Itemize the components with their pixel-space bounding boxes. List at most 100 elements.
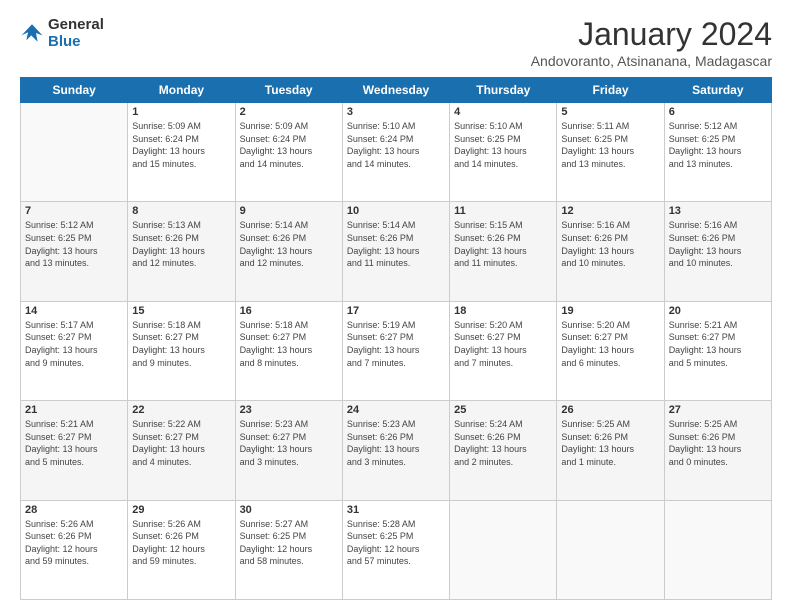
calendar-day-cell: 31 Sunrise: 5:28 AM Sunset: 6:25 PM Dayli…: [342, 500, 449, 599]
day-number: 10: [347, 205, 445, 217]
day-number: 29: [132, 504, 230, 516]
logo-text: General Blue: [48, 16, 104, 50]
day-number: 1: [132, 106, 230, 118]
calendar-day-cell: 22 Sunrise: 5:22 AM Sunset: 6:27 PM Dayli…: [128, 401, 235, 500]
day-info: Sunrise: 5:13 AM Sunset: 6:26 PM Dayligh…: [132, 219, 230, 269]
calendar-week-row: 21 Sunrise: 5:21 AM Sunset: 6:27 PM Dayli…: [21, 401, 772, 500]
calendar-day-cell: 29 Sunrise: 5:26 AM Sunset: 6:26 PM Dayli…: [128, 500, 235, 599]
calendar-week-row: 28 Sunrise: 5:26 AM Sunset: 6:26 PM Dayli…: [21, 500, 772, 599]
day-info: Sunrise: 5:21 AM Sunset: 6:27 PM Dayligh…: [25, 418, 123, 468]
day-info: Sunrise: 5:26 AM Sunset: 6:26 PM Dayligh…: [25, 518, 123, 568]
day-info: Sunrise: 5:25 AM Sunset: 6:26 PM Dayligh…: [669, 418, 767, 468]
day-info: Sunrise: 5:10 AM Sunset: 6:25 PM Dayligh…: [454, 120, 552, 170]
calendar-day-cell: 3 Sunrise: 5:10 AM Sunset: 6:24 PM Daylig…: [342, 103, 449, 202]
calendar-day-cell: 11 Sunrise: 5:15 AM Sunset: 6:26 PM Dayli…: [450, 202, 557, 301]
calendar-day-cell: 17Sunrise: 5:19 AM Sunset: 6:27 PM Dayli…: [342, 301, 449, 400]
day-number: 7: [25, 205, 123, 217]
day-number: 22: [132, 404, 230, 416]
calendar-day-cell: 26 Sunrise: 5:25 AM Sunset: 6:26 PM Dayli…: [557, 401, 664, 500]
day-info: Sunrise: 5:23 AM Sunset: 6:26 PM Dayligh…: [347, 418, 445, 468]
calendar-day-cell: 13 Sunrise: 5:16 AM Sunset: 6:26 PM Dayli…: [664, 202, 771, 301]
main-title: January 2024: [531, 16, 772, 53]
calendar-week-row: 7 Sunrise: 5:12 AM Sunset: 6:25 PM Daylig…: [21, 202, 772, 301]
day-info: Sunrise: 5:17 AM Sunset: 6:27 PM Dayligh…: [25, 319, 123, 369]
calendar-week-row: 1 Sunrise: 5:09 AM Sunset: 6:24 PM Daylig…: [21, 103, 772, 202]
day-info: Sunrise: 5:21 AM Sunset: 6:27 PM Dayligh…: [669, 319, 767, 369]
day-number: 20: [669, 305, 767, 317]
subtitle: Andovoranto, Atsinanana, Madagascar: [531, 53, 772, 69]
calendar-day-cell: 14 Sunrise: 5:17 AM Sunset: 6:27 PM Dayli…: [21, 301, 128, 400]
day-number: 2: [240, 106, 338, 118]
day-number: 15: [132, 305, 230, 317]
day-info: Sunrise: 5:28 AM Sunset: 6:25 PM Dayligh…: [347, 518, 445, 568]
calendar-day-cell: 23Sunrise: 5:23 AM Sunset: 6:27 PM Dayli…: [235, 401, 342, 500]
calendar-day-cell: 2Sunrise: 5:09 AM Sunset: 6:24 PM Daylig…: [235, 103, 342, 202]
calendar-day-cell: 20 Sunrise: 5:21 AM Sunset: 6:27 PM Dayli…: [664, 301, 771, 400]
calendar-header-friday: Friday: [557, 78, 664, 103]
logo: General Blue: [20, 16, 104, 50]
day-info: Sunrise: 5:12 AM Sunset: 6:25 PM Dayligh…: [669, 120, 767, 170]
day-info: Sunrise: 5:11 AM Sunset: 6:25 PM Dayligh…: [561, 120, 659, 170]
calendar-day-cell: 27Sunrise: 5:25 AM Sunset: 6:26 PM Dayli…: [664, 401, 771, 500]
day-number: 28: [25, 504, 123, 516]
calendar-day-cell: 9 Sunrise: 5:14 AM Sunset: 6:26 PM Daylig…: [235, 202, 342, 301]
day-number: 13: [669, 205, 767, 217]
day-number: 3: [347, 106, 445, 118]
day-info: Sunrise: 5:14 AM Sunset: 6:26 PM Dayligh…: [240, 219, 338, 269]
day-number: 30: [240, 504, 338, 516]
calendar-day-cell: 5Sunrise: 5:11 AM Sunset: 6:25 PM Daylig…: [557, 103, 664, 202]
day-number: 31: [347, 504, 445, 516]
calendar-day-cell: 24 Sunrise: 5:23 AM Sunset: 6:26 PM Dayli…: [342, 401, 449, 500]
calendar-day-cell: 12 Sunrise: 5:16 AM Sunset: 6:26 PM Dayli…: [557, 202, 664, 301]
day-info: Sunrise: 5:25 AM Sunset: 6:26 PM Dayligh…: [561, 418, 659, 468]
day-info: Sunrise: 5:10 AM Sunset: 6:24 PM Dayligh…: [347, 120, 445, 170]
day-number: 19: [561, 305, 659, 317]
calendar-week-row: 14 Sunrise: 5:17 AM Sunset: 6:27 PM Dayli…: [21, 301, 772, 400]
calendar-day-cell: 30 Sunrise: 5:27 AM Sunset: 6:25 PM Dayli…: [235, 500, 342, 599]
day-info: Sunrise: 5:18 AM Sunset: 6:27 PM Dayligh…: [132, 319, 230, 369]
calendar-day-cell: 6 Sunrise: 5:12 AM Sunset: 6:25 PM Daylig…: [664, 103, 771, 202]
day-info: Sunrise: 5:16 AM Sunset: 6:26 PM Dayligh…: [669, 219, 767, 269]
calendar-empty-cell: [21, 103, 128, 202]
day-info: Sunrise: 5:26 AM Sunset: 6:26 PM Dayligh…: [132, 518, 230, 568]
day-number: 26: [561, 404, 659, 416]
calendar-day-cell: 8 Sunrise: 5:13 AM Sunset: 6:26 PM Daylig…: [128, 202, 235, 301]
title-block: January 2024 Andovoranto, Atsinanana, Ma…: [531, 16, 772, 69]
calendar-day-cell: 25Sunrise: 5:24 AM Sunset: 6:26 PM Dayli…: [450, 401, 557, 500]
day-number: 9: [240, 205, 338, 217]
day-number: 25: [454, 404, 552, 416]
day-number: 18: [454, 305, 552, 317]
day-info: Sunrise: 5:14 AM Sunset: 6:26 PM Dayligh…: [347, 219, 445, 269]
calendar-header-wednesday: Wednesday: [342, 78, 449, 103]
logo-icon: [20, 21, 44, 45]
calendar-header-thursday: Thursday: [450, 78, 557, 103]
calendar-day-cell: 21 Sunrise: 5:21 AM Sunset: 6:27 PM Dayli…: [21, 401, 128, 500]
calendar-empty-cell: [450, 500, 557, 599]
day-info: Sunrise: 5:27 AM Sunset: 6:25 PM Dayligh…: [240, 518, 338, 568]
day-info: Sunrise: 5:23 AM Sunset: 6:27 PM Dayligh…: [240, 418, 338, 468]
calendar-header-tuesday: Tuesday: [235, 78, 342, 103]
calendar-table: SundayMondayTuesdayWednesdayThursdayFrid…: [20, 77, 772, 600]
day-number: 21: [25, 404, 123, 416]
day-info: Sunrise: 5:19 AM Sunset: 6:27 PM Dayligh…: [347, 319, 445, 369]
day-number: 6: [669, 106, 767, 118]
calendar-empty-cell: [557, 500, 664, 599]
day-info: Sunrise: 5:20 AM Sunset: 6:27 PM Dayligh…: [454, 319, 552, 369]
day-info: Sunrise: 5:22 AM Sunset: 6:27 PM Dayligh…: [132, 418, 230, 468]
day-number: 14: [25, 305, 123, 317]
calendar-day-cell: 4 Sunrise: 5:10 AM Sunset: 6:25 PM Daylig…: [450, 103, 557, 202]
calendar-day-cell: 1 Sunrise: 5:09 AM Sunset: 6:24 PM Daylig…: [128, 103, 235, 202]
day-number: 12: [561, 205, 659, 217]
calendar-day-cell: 7 Sunrise: 5:12 AM Sunset: 6:25 PM Daylig…: [21, 202, 128, 301]
day-info: Sunrise: 5:15 AM Sunset: 6:26 PM Dayligh…: [454, 219, 552, 269]
calendar-header-monday: Monday: [128, 78, 235, 103]
day-info: Sunrise: 5:16 AM Sunset: 6:26 PM Dayligh…: [561, 219, 659, 269]
day-number: 4: [454, 106, 552, 118]
day-info: Sunrise: 5:12 AM Sunset: 6:25 PM Dayligh…: [25, 219, 123, 269]
calendar-day-cell: 15 Sunrise: 5:18 AM Sunset: 6:27 PM Dayli…: [128, 301, 235, 400]
day-number: 8: [132, 205, 230, 217]
day-number: 11: [454, 205, 552, 217]
day-info: Sunrise: 5:09 AM Sunset: 6:24 PM Dayligh…: [132, 120, 230, 170]
day-number: 24: [347, 404, 445, 416]
calendar-header-row: SundayMondayTuesdayWednesdayThursdayFrid…: [21, 78, 772, 103]
